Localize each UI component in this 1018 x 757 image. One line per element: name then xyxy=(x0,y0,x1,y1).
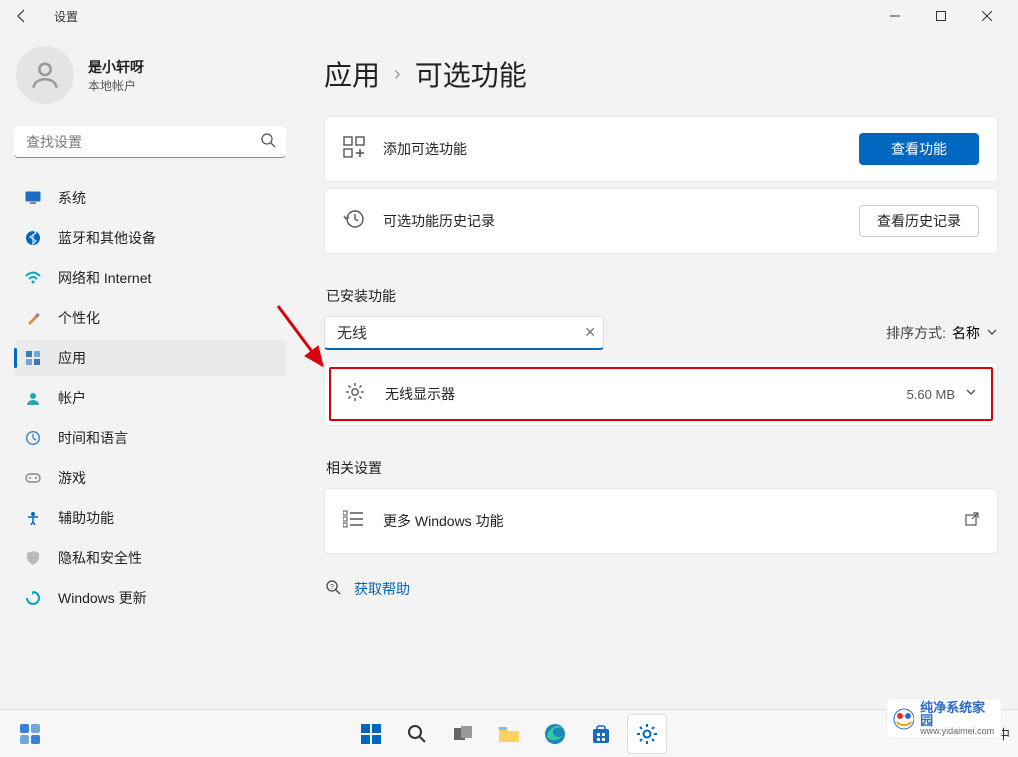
sidebar-item-label: 隐私和安全性 xyxy=(58,548,142,568)
sort-value: 名称 xyxy=(952,323,980,343)
watermark: 纯净系统家园 www.yidaimei.com xyxy=(886,698,1002,739)
sidebar-item-label: Windows 更新 xyxy=(58,588,147,608)
chevron-down-icon xyxy=(986,325,998,341)
svg-text:?: ? xyxy=(330,584,334,591)
history-card: 可选功能历史记录 查看历史记录 xyxy=(324,188,998,254)
breadcrumb-parent[interactable]: 应用 xyxy=(324,54,380,94)
filter-row: ✕ 排序方式: 名称 xyxy=(324,316,998,350)
open-external-icon xyxy=(965,512,979,531)
sidebar-item-label: 系统 xyxy=(58,188,86,208)
chevron-right-icon: › xyxy=(394,63,401,86)
add-feature-label: 添加可选功能 xyxy=(383,139,859,159)
accessibility-icon xyxy=(24,511,42,525)
list-icon xyxy=(343,510,367,533)
sidebar-item-personalize[interactable]: 个性化 xyxy=(14,300,286,336)
store-button[interactable] xyxy=(581,714,621,754)
help-label: 获取帮助 xyxy=(354,579,410,599)
search-icon xyxy=(260,132,276,153)
sort-label: 排序方式: xyxy=(886,323,946,343)
sidebar-item-label: 辅助功能 xyxy=(58,508,114,528)
more-windows-features[interactable]: 更多 Windows 功能 xyxy=(324,488,998,554)
sidebar-item-time[interactable]: 时间和语言 xyxy=(14,420,286,456)
chevron-down-icon xyxy=(965,385,977,403)
search-box[interactable] xyxy=(14,126,286,158)
sidebar-item-label: 个性化 xyxy=(58,308,100,328)
accounts-icon xyxy=(24,391,42,405)
feature-size: 5.60 MB xyxy=(907,387,955,402)
widgets-button[interactable] xyxy=(10,714,50,754)
edge-button[interactable] xyxy=(535,714,575,754)
window-title: 设置 xyxy=(54,8,78,25)
update-icon xyxy=(24,591,42,605)
brush-icon xyxy=(24,311,42,325)
feature-row[interactable]: 无线显示器 5.60 MB xyxy=(331,369,991,419)
minimize-button[interactable] xyxy=(872,0,918,32)
breadcrumb: 应用 › 可选功能 xyxy=(324,54,998,94)
profile-subtitle: 本地帐户 xyxy=(88,77,144,94)
view-features-button[interactable]: 查看功能 xyxy=(859,133,979,165)
sidebar-item-update[interactable]: Windows 更新 xyxy=(14,580,286,616)
maximize-button[interactable] xyxy=(918,0,964,32)
bluetooth-icon xyxy=(24,231,42,245)
content-area: 应用 › 可选功能 添加可选功能 查看功能 可选功能历史记录 查看历史记录 已安… xyxy=(300,32,1018,709)
help-icon: ? xyxy=(324,578,342,599)
profile-name: 是小轩呀 xyxy=(88,57,144,77)
watermark-logo-icon xyxy=(893,708,914,730)
watermark-brand: 纯净系统家园 xyxy=(920,701,995,727)
sidebar-item-accounts[interactable]: 帐户 xyxy=(14,380,286,416)
clear-icon[interactable]: ✕ xyxy=(584,324,596,341)
filter-input-wrap: ✕ xyxy=(324,316,604,350)
add-feature-icon xyxy=(343,136,367,163)
more-features-label: 更多 Windows 功能 xyxy=(383,511,965,531)
taskbar-search-button[interactable] xyxy=(397,714,437,754)
sidebar-item-apps[interactable]: 应用 xyxy=(14,340,286,376)
sort-block[interactable]: 排序方式: 名称 xyxy=(886,323,998,343)
filter-input[interactable] xyxy=(324,316,604,350)
avatar xyxy=(16,46,74,104)
view-history-button[interactable]: 查看历史记录 xyxy=(859,205,979,237)
sidebar-item-label: 应用 xyxy=(58,348,86,368)
add-feature-card: 添加可选功能 查看功能 xyxy=(324,116,998,182)
titlebar: 设置 xyxy=(0,0,1018,32)
taskbar: 中 纯净系统家园 www.yidaimei.com xyxy=(0,709,1018,757)
gaming-icon xyxy=(24,472,42,484)
gear-icon xyxy=(345,382,367,407)
close-button[interactable] xyxy=(964,0,1010,32)
sidebar-item-label: 网络和 Internet xyxy=(58,268,151,288)
help-link[interactable]: ? 获取帮助 xyxy=(324,578,998,599)
related-title: 相关设置 xyxy=(326,458,998,478)
history-icon xyxy=(343,208,367,235)
apps-icon xyxy=(24,351,42,365)
back-button[interactable] xyxy=(8,8,36,24)
result-highlight: 无线显示器 5.60 MB xyxy=(329,367,993,421)
watermark-url: www.yidaimei.com xyxy=(920,727,995,736)
settings-app-button[interactable] xyxy=(627,714,667,754)
wifi-icon xyxy=(24,271,42,285)
task-view-button[interactable] xyxy=(443,714,483,754)
sidebar-item-bluetooth[interactable]: 蓝牙和其他设备 xyxy=(14,220,286,256)
sidebar-item-label: 游戏 xyxy=(58,468,86,488)
search-input[interactable] xyxy=(14,126,286,158)
shield-icon xyxy=(24,551,42,565)
sidebar-item-label: 蓝牙和其他设备 xyxy=(58,228,156,248)
feature-name: 无线显示器 xyxy=(385,384,907,404)
nav-list: 系统 蓝牙和其他设备 网络和 Internet 个性化 应用 帐户 xyxy=(14,180,286,616)
history-label: 可选功能历史记录 xyxy=(383,211,859,231)
sidebar: 是小轩呀 本地帐户 系统 蓝牙和其他设备 网络和 Internet xyxy=(0,32,300,709)
sidebar-item-label: 时间和语言 xyxy=(58,428,128,448)
clock-icon xyxy=(24,431,42,445)
system-icon xyxy=(24,191,42,205)
sidebar-item-accessibility[interactable]: 辅助功能 xyxy=(14,500,286,536)
result-card: 无线显示器 5.60 MB xyxy=(324,362,998,426)
breadcrumb-current: 可选功能 xyxy=(415,54,527,94)
sidebar-item-label: 帐户 xyxy=(58,388,86,408)
file-explorer-button[interactable] xyxy=(489,714,529,754)
start-button[interactable] xyxy=(351,714,391,754)
profile-block[interactable]: 是小轩呀 本地帐户 xyxy=(16,46,286,104)
sidebar-item-gaming[interactable]: 游戏 xyxy=(14,460,286,496)
sidebar-item-privacy[interactable]: 隐私和安全性 xyxy=(14,540,286,576)
installed-title: 已安装功能 xyxy=(326,286,998,306)
sidebar-item-network[interactable]: 网络和 Internet xyxy=(14,260,286,296)
sidebar-item-system[interactable]: 系统 xyxy=(14,180,286,216)
